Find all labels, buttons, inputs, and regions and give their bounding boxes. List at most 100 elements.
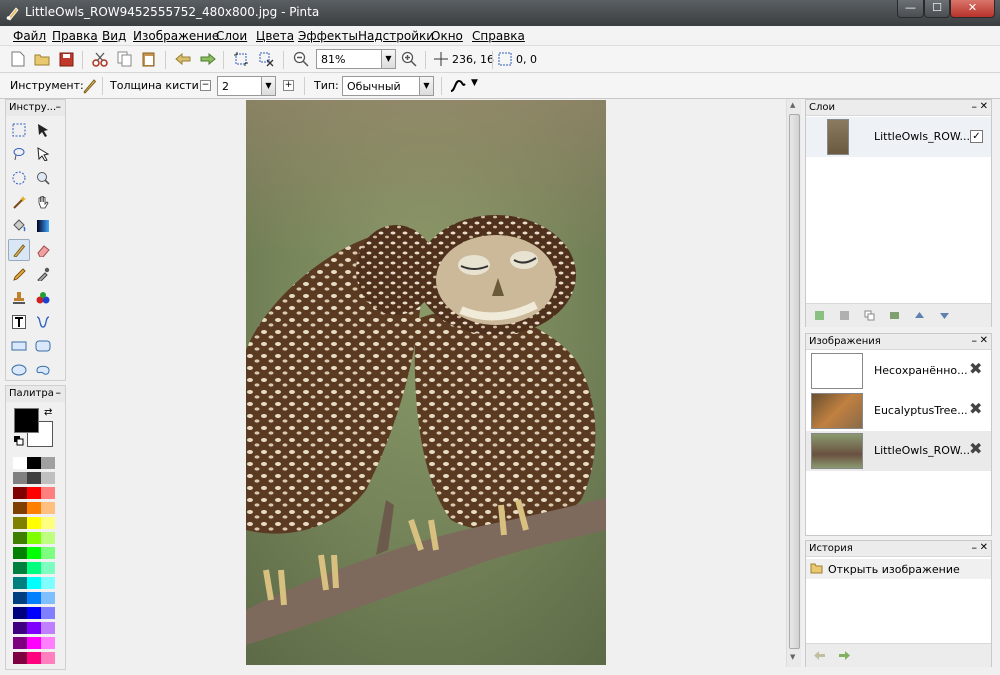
copy-icon[interactable] xyxy=(116,50,134,68)
eraser-icon[interactable] xyxy=(32,239,54,261)
move-selected-icon[interactable] xyxy=(32,119,54,141)
palette-color-swatch[interactable] xyxy=(13,472,27,484)
palette-color-swatch[interactable] xyxy=(13,577,27,589)
redo-icon[interactable] xyxy=(839,650,850,661)
scroll-down-icon[interactable]: ▼ xyxy=(790,653,795,661)
canvas-vertical-scrollbar[interactable]: ▲ ▼ xyxy=(786,99,801,667)
chevron-down-icon[interactable]: ▼ xyxy=(261,77,275,95)
brush-width-combo[interactable]: 2 ▼ xyxy=(217,76,276,96)
palette-color-swatch[interactable] xyxy=(27,637,41,649)
swap-colors-icon[interactable]: ⇄ xyxy=(44,407,52,418)
chevron-down-icon[interactable]: ▼ xyxy=(381,50,395,68)
panel-minimize-button[interactable]: – xyxy=(56,100,62,113)
antialiasing-icon[interactable] xyxy=(449,77,467,95)
palette-color-swatch[interactable] xyxy=(13,592,27,604)
palette-color-swatch[interactable] xyxy=(27,577,41,589)
panel-close-icon[interactable]: ✕ xyxy=(980,335,988,346)
move-layer-up-icon[interactable] xyxy=(914,310,925,321)
maximize-button[interactable]: ☐ xyxy=(924,0,950,18)
open-folder-icon[interactable] xyxy=(33,50,51,68)
cut-icon[interactable] xyxy=(91,50,109,68)
palette-color-swatch[interactable] xyxy=(27,547,41,559)
palette-color-swatch[interactable] xyxy=(27,532,41,544)
palette-color-swatch[interactable] xyxy=(41,607,55,619)
palette-color-swatch[interactable] xyxy=(13,637,27,649)
palette-color-swatch[interactable] xyxy=(13,487,27,499)
brush-width-decrease-button[interactable]: − xyxy=(200,80,211,91)
image-row[interactable]: Несохранённо... ✖ xyxy=(806,351,991,391)
palette-color-swatch[interactable] xyxy=(41,592,55,604)
minimize-button[interactable]: — xyxy=(897,0,924,18)
menu-adjustments[interactable]: Цвета xyxy=(256,29,294,43)
palette-color-swatch[interactable] xyxy=(41,502,55,514)
close-image-icon[interactable]: ✖ xyxy=(969,439,982,458)
palette-color-swatch[interactable] xyxy=(13,652,27,664)
pencil-icon[interactable] xyxy=(8,263,30,285)
menu-help[interactable]: Справка xyxy=(472,29,525,43)
layer-row[interactable]: LittleOwls_ROW... ✓ xyxy=(806,117,991,157)
undo-icon[interactable] xyxy=(174,50,192,68)
image-row[interactable]: EucalyptusTree... ✖ xyxy=(806,391,991,431)
add-layer-icon[interactable] xyxy=(814,310,825,321)
panel-minimize-button[interactable]: – xyxy=(972,100,978,113)
palette-color-swatch[interactable] xyxy=(41,622,55,634)
palette-color-swatch[interactable] xyxy=(41,517,55,529)
panel-minimize-button[interactable]: – xyxy=(56,386,62,399)
image-row-selected[interactable]: LittleOwls_ROW... ✖ xyxy=(806,431,991,471)
move-layer-down-icon[interactable] xyxy=(939,310,950,321)
palette-color-swatch[interactable] xyxy=(13,517,27,529)
undo-icon[interactable] xyxy=(814,650,825,661)
type-combo[interactable]: Обычный ▼ xyxy=(342,76,434,96)
move-selection-icon[interactable] xyxy=(32,143,54,165)
save-icon[interactable] xyxy=(57,50,75,68)
menu-image[interactable]: Изображение xyxy=(133,29,219,43)
palette-color-swatch[interactable] xyxy=(27,562,41,574)
palette-color-swatch[interactable] xyxy=(13,532,27,544)
palette-color-swatch[interactable] xyxy=(13,607,27,619)
rectangle-tool-icon[interactable] xyxy=(8,335,30,357)
paste-icon[interactable] xyxy=(140,50,158,68)
menu-edit[interactable]: Правка xyxy=(52,29,98,43)
antialiasing-dropdown-icon[interactable]: ▼ xyxy=(471,78,478,88)
color-picker-icon[interactable] xyxy=(32,263,54,285)
palette-color-swatch[interactable] xyxy=(41,487,55,499)
text-tool-icon[interactable] xyxy=(8,311,30,333)
palette-color-swatch[interactable] xyxy=(41,547,55,559)
palette-color-swatch[interactable] xyxy=(27,487,41,499)
menu-addins[interactable]: Надстройки xyxy=(358,29,434,43)
menu-file[interactable]: Файл xyxy=(13,29,46,43)
scrollbar-thumb[interactable] xyxy=(789,114,800,649)
merge-layer-icon[interactable] xyxy=(889,310,900,321)
rectangle-select-icon[interactable] xyxy=(8,119,30,141)
paintbrush-tool-icon[interactable] xyxy=(8,239,30,261)
history-item[interactable]: Открыть изображение xyxy=(806,559,991,579)
palette-color-swatch[interactable] xyxy=(27,652,41,664)
panel-close-icon[interactable]: ✕ xyxy=(980,101,988,112)
recolor-icon[interactable] xyxy=(32,287,54,309)
paint-bucket-icon[interactable] xyxy=(8,215,30,237)
menu-window[interactable]: Окно xyxy=(431,29,463,43)
brush-width-increase-button[interactable]: + xyxy=(283,80,294,91)
palette-color-swatch[interactable] xyxy=(13,547,27,559)
layer-visibility-checkbox[interactable]: ✓ xyxy=(970,130,983,143)
reset-colors-icon[interactable] xyxy=(14,436,24,446)
pan-hand-icon[interactable] xyxy=(32,191,54,213)
magic-wand-icon[interactable] xyxy=(8,191,30,213)
zoom-tool-icon[interactable] xyxy=(32,167,54,189)
gradient-icon[interactable] xyxy=(32,215,54,237)
zoom-in-icon[interactable] xyxy=(400,50,418,68)
primary-color-swatch[interactable] xyxy=(14,408,39,433)
zoom-out-icon[interactable] xyxy=(292,50,310,68)
palette-color-swatch[interactable] xyxy=(27,502,41,514)
palette-color-swatch[interactable] xyxy=(41,532,55,544)
panel-close-icon[interactable]: ✕ xyxy=(980,542,988,553)
menu-effects[interactable]: Эффекты xyxy=(298,29,358,43)
redo-icon[interactable] xyxy=(199,50,217,68)
canvas-area[interactable] xyxy=(68,99,786,667)
owls-image-canvas[interactable] xyxy=(246,100,606,665)
panel-minimize-button[interactable]: – xyxy=(972,541,978,554)
new-icon[interactable] xyxy=(9,50,27,68)
menu-layers[interactable]: Слои xyxy=(216,29,247,43)
panel-minimize-button[interactable]: – xyxy=(972,334,978,347)
crop-icon[interactable] xyxy=(232,50,250,68)
